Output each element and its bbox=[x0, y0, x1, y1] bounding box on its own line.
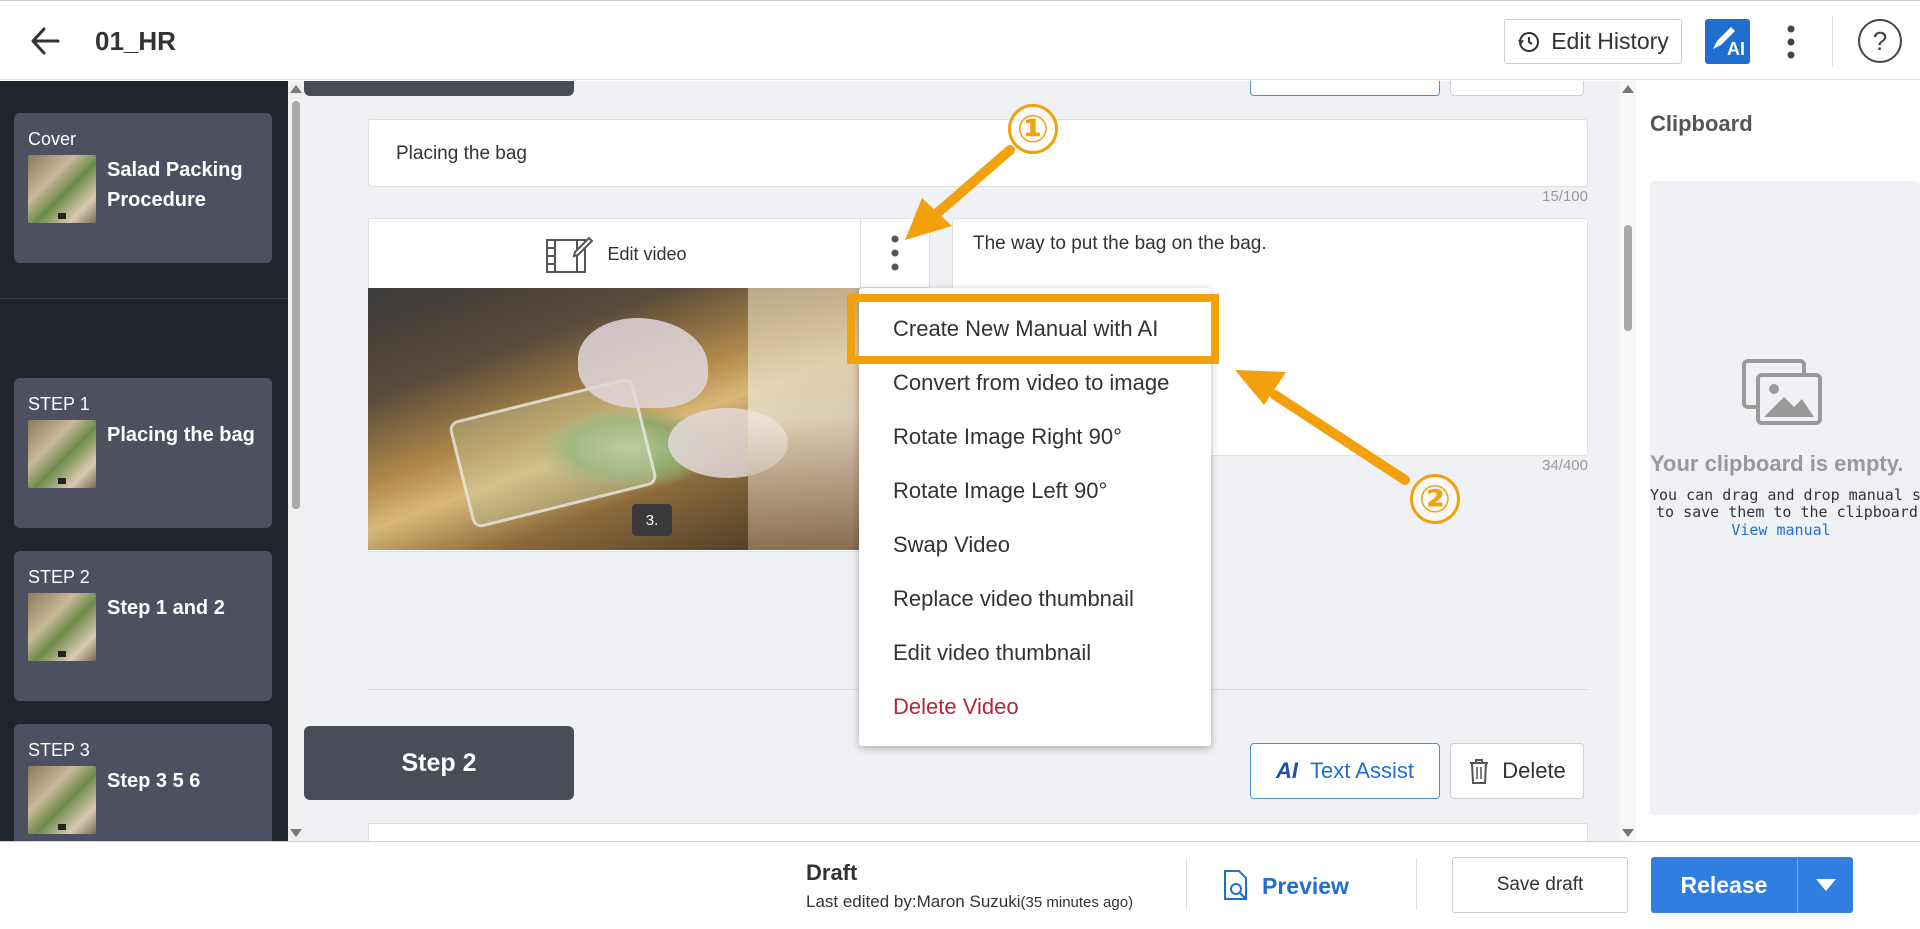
edit-history-button[interactable]: Edit History bbox=[1504, 19, 1682, 64]
edit-video-button[interactable]: Edit video bbox=[369, 219, 863, 289]
back-arrow-icon[interactable] bbox=[28, 23, 68, 59]
clipboard-title: Clipboard bbox=[1650, 111, 1753, 136]
card-label: Cover bbox=[28, 129, 77, 149]
scroll-down-icon[interactable] bbox=[1622, 829, 1634, 837]
step-title-input[interactable]: Placing the bag bbox=[368, 119, 1588, 187]
draft-status: Draft bbox=[806, 860, 858, 885]
menu-item-rotate-right[interactable]: Rotate Image Right 90° bbox=[859, 410, 1211, 464]
video-more-options-icon[interactable] bbox=[860, 218, 930, 288]
scroll-up-icon[interactable] bbox=[290, 85, 302, 93]
step-2-tab[interactable]: Step 2 bbox=[304, 726, 574, 800]
card-label: STEP 2 bbox=[28, 567, 90, 587]
preview-button[interactable]: Preview bbox=[1222, 864, 1349, 908]
sidebar-item-step-3[interactable]: STEP 3 Step 3 5 6 bbox=[14, 724, 272, 841]
menu-item-delete-video[interactable]: Delete Video bbox=[859, 680, 1211, 734]
clipboard-hint: to save them to the clipboard. bbox=[1656, 503, 1920, 521]
annotation-callout-1: ① bbox=[1008, 104, 1058, 154]
view-manual-link[interactable]: View manual bbox=[1650, 521, 1912, 539]
trash-icon bbox=[1470, 759, 1489, 784]
card-title: Step 1 and 2 bbox=[107, 597, 225, 619]
delete-step-button[interactable]: Delete bbox=[1450, 743, 1584, 799]
footer-divider bbox=[1186, 858, 1187, 910]
step-tab-partial bbox=[304, 81, 574, 96]
ai-edit-button[interactable]: AI bbox=[1705, 19, 1750, 64]
delete-label: Delete bbox=[1502, 758, 1566, 783]
edit-history-label: Edit History bbox=[1551, 28, 1669, 54]
delete-button-partial[interactable] bbox=[1450, 81, 1584, 96]
scrollbar-thumb[interactable] bbox=[292, 101, 300, 509]
video-content bbox=[748, 288, 862, 550]
menu-item-rotate-left[interactable]: Rotate Image Left 90° bbox=[859, 464, 1211, 518]
sidebar-item-step-1[interactable]: STEP 1 Placing the bag bbox=[14, 378, 272, 528]
menu-item-replace-thumbnail[interactable]: Replace video thumbnail bbox=[859, 572, 1211, 626]
header-divider bbox=[1832, 15, 1833, 67]
card-title: Placing the bag bbox=[107, 424, 255, 446]
text-assist-label: Text Assist bbox=[1310, 758, 1414, 783]
history-icon bbox=[1518, 31, 1540, 52]
card-thumbnail bbox=[28, 593, 96, 661]
card-thumbnail bbox=[28, 766, 96, 834]
sidebar-item-cover[interactable]: Cover Salad Packing Procedure bbox=[14, 113, 272, 263]
last-edited-by: Last edited by:Maron Suzuki bbox=[806, 892, 1021, 911]
release-options-chevron-down-icon[interactable] bbox=[1797, 857, 1853, 913]
ai-icon: AI bbox=[1276, 758, 1299, 783]
app-header: 01_HR Edit History AI ? bbox=[0, 0, 1920, 80]
image-stack-icon bbox=[1742, 359, 1822, 425]
scrollbar-thumb[interactable] bbox=[1624, 225, 1632, 331]
save-draft-button[interactable]: Save draft bbox=[1452, 857, 1628, 913]
text-assist-button[interactable]: AI Text Assist bbox=[1250, 743, 1440, 799]
video-preview[interactable]: 3. bbox=[368, 288, 862, 550]
description-char-count: 34/400 bbox=[1542, 457, 1588, 474]
page-title: 01_HR bbox=[95, 26, 176, 56]
card-title: Salad Packing Procedure bbox=[107, 159, 243, 211]
clipboard-empty-title: Your clipboard is empty. bbox=[1650, 451, 1904, 476]
menu-item-swap-video[interactable]: Swap Video bbox=[859, 518, 1211, 572]
footer-divider bbox=[1416, 858, 1417, 910]
sidebar-item-step-2[interactable]: STEP 2 Step 1 and 2 bbox=[14, 551, 272, 701]
ai-label: AI bbox=[1727, 39, 1745, 59]
help-button[interactable]: ? bbox=[1858, 19, 1902, 63]
menu-item-edit-thumbnail[interactable]: Edit video thumbnail bbox=[859, 626, 1211, 680]
annotation-callout-2: ② bbox=[1410, 474, 1460, 524]
release-button[interactable]: Release bbox=[1651, 857, 1797, 913]
more-options-icon[interactable] bbox=[1776, 21, 1806, 63]
document-search-icon bbox=[1224, 870, 1247, 900]
sidebar-scrollbar[interactable] bbox=[288, 81, 304, 841]
frame-number-badge: 3. bbox=[632, 504, 672, 536]
last-edited-info: Last edited by:Maron Suzuki(35 minutes a… bbox=[806, 892, 1133, 912]
card-thumbnail bbox=[28, 155, 96, 223]
scroll-up-icon[interactable] bbox=[1622, 85, 1634, 93]
annotation-highlight-box bbox=[847, 294, 1219, 364]
card-title: Step 3 5 6 bbox=[107, 770, 201, 792]
preview-label: Preview bbox=[1262, 872, 1349, 899]
footer-bar: Draft Last edited by:Maron Suzuki(35 min… bbox=[0, 841, 1920, 929]
card-label: STEP 1 bbox=[28, 394, 90, 414]
step-2-title-input[interactable] bbox=[368, 823, 1588, 841]
title-char-count: 15/100 bbox=[1542, 188, 1588, 205]
editor-scrollbar[interactable] bbox=[1620, 81, 1636, 841]
clipboard-panel: Clipboard Your clipboard is empty. You c… bbox=[1636, 81, 1920, 841]
video-content bbox=[578, 318, 708, 408]
edit-video-label: Edit video bbox=[607, 243, 687, 264]
menu-item-convert-video-to-image[interactable]: Convert from video to image bbox=[859, 356, 1211, 410]
clipboard-drop-area[interactable]: Your clipboard is empty. You can drag an… bbox=[1650, 181, 1920, 815]
clipboard-hint: You can drag and drop manual ste bbox=[1650, 486, 1920, 504]
step-sidebar: Cover Salad Packing Procedure STEP 1 Pla… bbox=[0, 81, 288, 841]
text-assist-button-partial[interactable] bbox=[1250, 81, 1440, 96]
last-edited-ago: (35 minutes ago) bbox=[1020, 894, 1134, 911]
scroll-down-icon[interactable] bbox=[290, 829, 302, 837]
card-label: STEP 3 bbox=[28, 740, 90, 760]
card-thumbnail bbox=[28, 420, 96, 488]
sidebar-divider bbox=[0, 298, 288, 299]
film-edit-icon bbox=[546, 236, 594, 273]
